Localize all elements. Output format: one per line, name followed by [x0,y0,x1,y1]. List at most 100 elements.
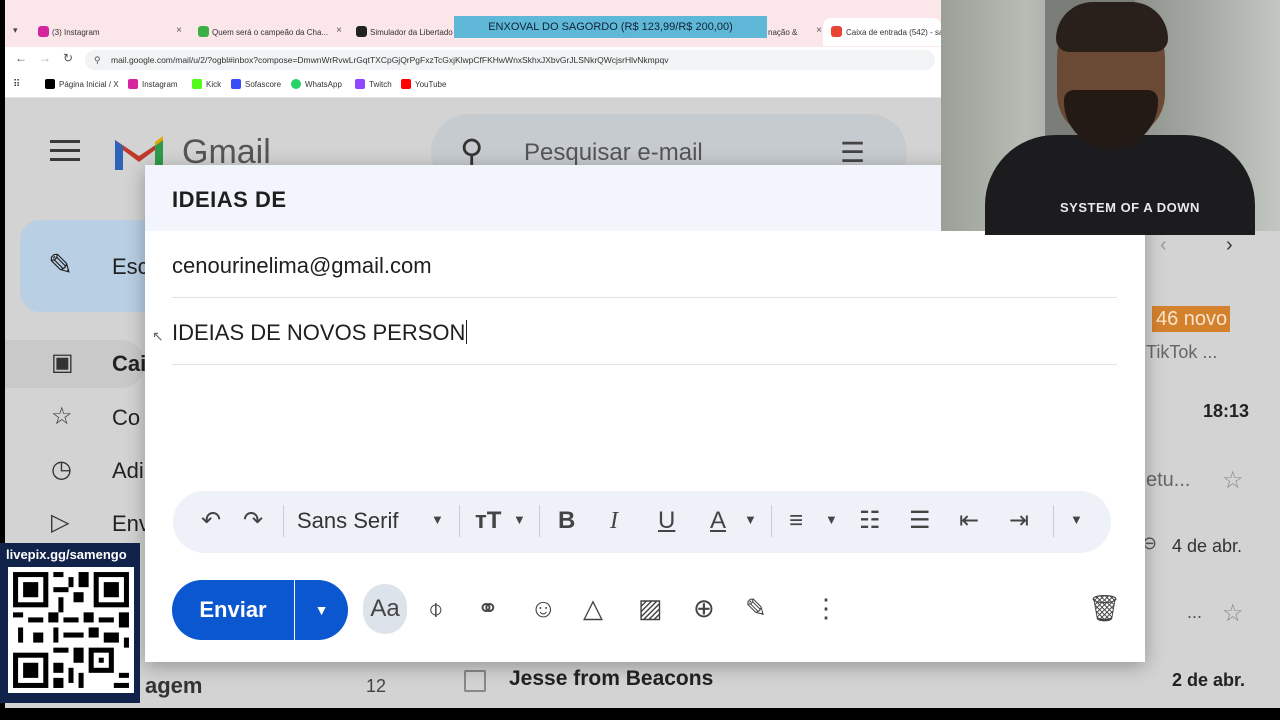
attach-file-icon[interactable]: ⌽ [428,591,444,625]
close-icon[interactable]: × [816,25,822,36]
webcam-person [985,135,1255,235]
discard-draft-icon[interactable]: 🗑 [1088,591,1121,625]
recipient-field[interactable]: cenourinelima@gmail.com [172,253,432,279]
chevron-down-icon[interactable]: ▼ [513,512,526,527]
email-snippet: etu... [1146,469,1191,491]
subject-field[interactable]: IDEIAS DE NOVOS PERSON [172,320,467,346]
youtube-icon [401,79,411,89]
next-page-icon[interactable]: › [1226,234,1233,257]
divider [539,505,540,537]
bookmarks-bar: ⠿ Página Inicial / X Instagram Kick Sofa… [5,73,941,98]
formatting-toggle-button[interactable]: Aa [363,584,407,634]
divider [771,505,772,537]
divider [1053,505,1054,537]
table-row[interactable]: Jesse from Beacons 2 de abr. [440,662,1280,702]
underline-icon[interactable]: U [658,505,675,537]
instagram-icon [128,79,138,89]
bookmark-instagram[interactable]: Instagram [128,79,178,89]
divider [459,505,460,537]
previous-page-icon[interactable]: ‹ [1160,234,1167,257]
pencil-icon: ✎ [48,249,74,282]
compose-title: IDEIAS DE [172,187,287,212]
chevron-down-icon[interactable]: ▼ [744,512,757,527]
email-snippet: ... [1187,602,1203,622]
chevron-down-icon[interactable]: ▼ [825,512,838,527]
text-color-icon[interactable]: A [710,505,726,537]
new-count-badge: 46 novo [1152,306,1230,332]
tab-instagram[interactable]: (3) Instagram × [5,18,190,46]
redo-icon[interactable]: ↷ [243,505,263,537]
apps-icon[interactable]: ⠿ [13,79,20,90]
compose-label: Esc [112,254,149,279]
star-icon: ☆ [51,403,73,430]
screen-edge [0,708,1280,720]
forward-icon[interactable]: → [39,51,51,65]
site-info-icon[interactable]: ⚲ [94,50,101,70]
insert-photo-icon[interactable]: ▨ [638,591,663,625]
text-size-icon[interactable]: тT [475,505,501,537]
send-icon: ▷ [51,509,70,536]
divider [172,297,1117,298]
url-text: mail.google.com/mail/u/2/?ogbl#inbox?com… [111,55,669,65]
instagram-icon [38,26,49,37]
email-time: 18:13 [1203,401,1250,421]
chevron-down-icon[interactable]: ▼ [431,512,444,527]
undo-icon[interactable]: ↶ [201,505,221,537]
row-checkbox[interactable] [464,670,486,692]
star-icon[interactable]: ☆ [1222,599,1244,628]
address-bar[interactable]: ⚲ mail.google.com/mail/u/2/?ogbl#inbox?c… [85,50,935,70]
browser-toolbar: ← → ↻ ⚲ mail.google.com/mail/u/2/?ogbl#i… [5,47,941,73]
bookmark-whatsapp[interactable]: WhatsApp [291,79,342,89]
clock-icon: ◷ [51,456,72,483]
main-menu-icon[interactable] [50,140,80,164]
send-options-button[interactable]: ▼ [295,580,348,640]
align-icon[interactable]: ≡ [789,505,803,537]
bookmark-kick[interactable]: Kick [192,79,221,89]
site-icon [198,26,209,37]
github-icon [356,26,367,37]
nav-sent[interactable]: ▷ Env [5,500,150,548]
more-options-icon[interactable]: ⋮ [813,591,839,625]
signature-icon[interactable]: ✎ [745,591,767,625]
category-senders: TikTok ... [1146,342,1218,362]
nav-snoozed[interactable]: ◷ Adi [5,447,145,495]
mouse-cursor-icon: ↖ [152,328,164,344]
bold-icon[interactable]: B [558,505,575,537]
formatting-toolbar: ↶ ↷ Sans Serif ▼ тT ▼ B I U A ▼ ≡ ▼ ☷ ☰ … [173,491,1111,553]
emoji-icon[interactable]: ☺ [530,591,557,625]
twitch-icon [355,79,365,89]
nav-starred[interactable]: ☆ Co [5,394,145,442]
star-icon[interactable]: ☆ [1222,466,1244,495]
kick-icon [192,79,202,89]
font-select[interactable]: Sans Serif [297,508,399,534]
italic-icon[interactable]: I [610,505,618,537]
more-formatting-icon[interactable]: ▼ [1070,512,1083,527]
search-input[interactable]: Pesquisar e-mail [524,139,703,167]
donation-goal-banner: ENXOVAL DO SAGORDO (R$ 123,99/R$ 200,00) [454,16,767,38]
bookmark-twitch[interactable]: Twitch [355,79,392,89]
divider [283,505,284,537]
bookmark-youtube[interactable]: YouTube [401,79,446,89]
bookmark-sofascore[interactable]: Sofascore [231,79,281,89]
nav-count: 12 [366,676,387,696]
tab-gmail[interactable]: Caixa de entrada (542) - sa [823,18,941,46]
bulleted-list-icon[interactable]: ☰ [909,505,931,537]
indent-less-icon[interactable]: ⇤ [959,505,979,537]
send-button[interactable]: Enviar [172,580,294,640]
tab-simulator[interactable]: Simulador da Libertado [323,18,463,46]
reload-icon[interactable]: ↻ [63,51,73,65]
bookmark-x[interactable]: Página Inicial / X [45,79,119,89]
insert-link-icon[interactable]: ⚭ [477,591,499,625]
x-icon [45,79,55,89]
divider [172,364,1117,365]
inbox-icon: ▣ [51,349,74,376]
email-date: 2 de abr. [1172,670,1246,690]
nav-inbox[interactable]: ▣ Cai [5,340,146,388]
confidential-mode-icon[interactable]: ⊕ [693,591,715,625]
back-icon[interactable]: ← [15,51,27,65]
donation-link: livepix.gg/samengo [6,547,127,562]
drive-icon[interactable]: △ [583,591,603,625]
indent-more-icon[interactable]: ⇥ [1009,505,1029,537]
numbered-list-icon[interactable]: ☷ [859,505,881,537]
email-sender: Jesse from Beacons [509,667,714,690]
